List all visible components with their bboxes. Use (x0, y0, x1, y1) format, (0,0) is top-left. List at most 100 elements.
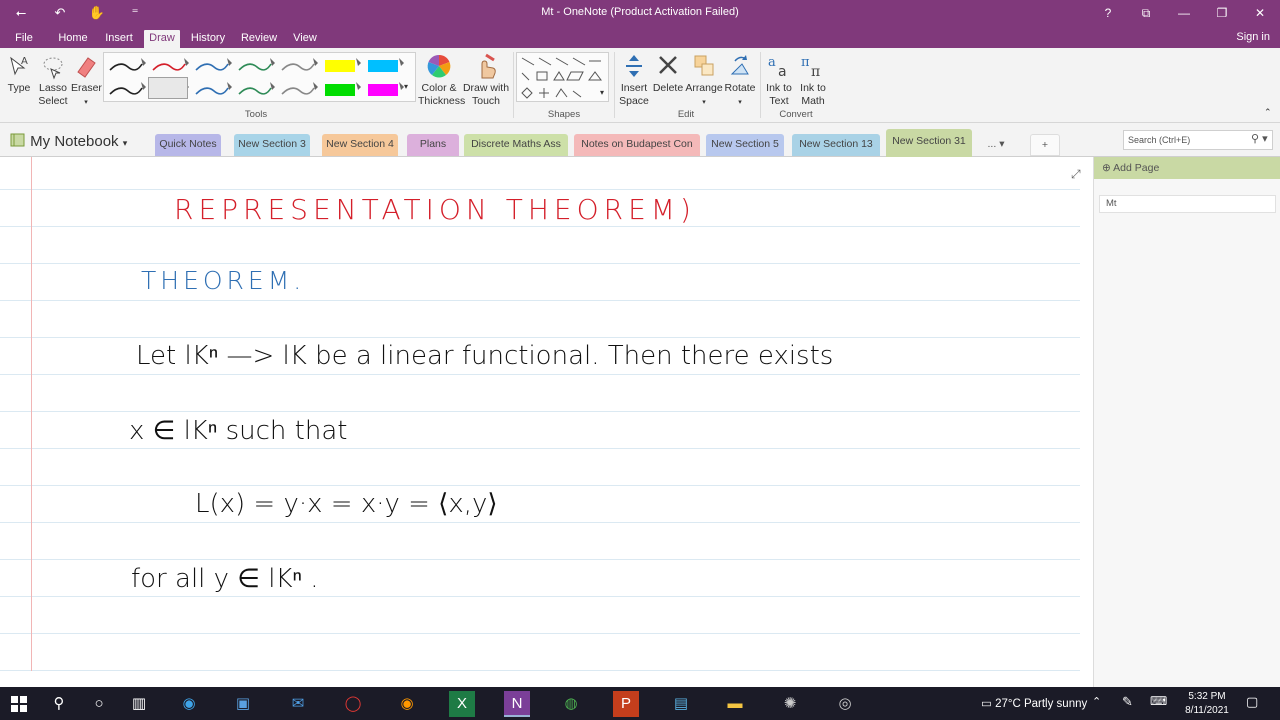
section-tab-new-section-4[interactable]: New Section 4 (322, 134, 398, 156)
pen-swatch[interactable] (195, 63, 229, 71)
tab-insert[interactable]: Insert (100, 30, 138, 48)
section-tab-new-section-31[interactable]: New Section 31 (886, 129, 972, 157)
arrange-button[interactable]: Arrange ▾ (685, 52, 723, 109)
file-explorer-icon[interactable]: ▬ (722, 691, 748, 717)
shapes-group-label: Shapes (547, 109, 581, 120)
task-view-icon[interactable]: ▥ (126, 691, 152, 717)
settings-app-icon[interactable]: ✺ (777, 691, 803, 717)
section-tab-new-section-5[interactable]: New Section 5 (706, 134, 784, 156)
arrange-dropdown-icon[interactable]: ▾ (702, 99, 706, 106)
ink-line-2[interactable]: x ∈ lKⁿ such that (129, 415, 347, 446)
rotate-button[interactable]: Rotate ▾ (723, 52, 757, 109)
lasso-select-button[interactable]: Lasso Select (36, 52, 70, 108)
page-canvas[interactable]: ⤢ REPRESENTATION THEOREM) THEOREM. Let l… (0, 157, 1093, 687)
section-tabs-bar: My Notebook ▾ Quick Notes New Section 3 … (0, 123, 1280, 157)
notifications-icon[interactable]: ▢ (1246, 694, 1258, 710)
selected-pen[interactable] (148, 77, 188, 99)
pen-tray-icon[interactable]: ✎ (1122, 694, 1133, 710)
highlighter-swatch[interactable] (368, 60, 398, 72)
edge-icon[interactable]: ◉ (176, 691, 202, 717)
help-button[interactable]: ? (1093, 4, 1123, 22)
lasso-icon (43, 57, 63, 80)
powerpoint-icon[interactable]: P (613, 691, 639, 717)
ink-heading[interactable]: THEOREM. (141, 266, 305, 295)
ribbon-display-button[interactable]: ⧉ (1131, 4, 1161, 22)
highlighter-swatch[interactable] (325, 60, 355, 72)
ink-line-1[interactable]: Let lKⁿ —> lK be a linear functional. Th… (136, 340, 833, 371)
ink-to-math-button[interactable]: ππ Ink to Math (797, 52, 829, 108)
shapes-more-icon[interactable]: ▾ (600, 86, 604, 99)
ink-line-3[interactable]: L(x) = y·x = x·y = ⟨x,y⟩ (195, 489, 498, 519)
tab-view[interactable]: View (288, 30, 322, 48)
firefox-icon[interactable]: ◉ (394, 691, 420, 717)
store-icon[interactable]: ▣ (230, 691, 256, 717)
section-tab-plans[interactable]: Plans (407, 134, 459, 156)
section-tab-new-section-3[interactable]: New Section 3 (234, 134, 310, 156)
pen-swatch[interactable] (281, 87, 315, 95)
ink-to-math-icon: ππ (801, 55, 820, 80)
lasso-label-2: Select (38, 95, 68, 107)
search-icon[interactable]: ⚲ ▾ (1251, 132, 1268, 145)
more-sections-button[interactable]: ... ▾ (978, 134, 1014, 156)
browser-icon[interactable]: ◎ (832, 691, 858, 717)
pen-swatch[interactable] (238, 63, 272, 71)
pen-swatch[interactable] (152, 63, 186, 71)
tray-chevron-icon[interactable]: ⌃ (1092, 695, 1101, 708)
type-button[interactable]: A Type (4, 52, 34, 95)
draw-with-touch-button[interactable]: Draw with Touch (461, 52, 511, 108)
tab-home[interactable]: Home (54, 30, 92, 48)
add-page-label: Add Page (1113, 162, 1160, 174)
weather-widget[interactable]: ▭ 27°C Partly sunny (981, 696, 1087, 710)
section-tab-discrete-maths[interactable]: Discrete Maths Ass (464, 134, 568, 156)
minimize-button[interactable]: — (1169, 4, 1199, 22)
add-page-button[interactable]: ⊕ Add Page (1094, 157, 1280, 179)
cortana-icon[interactable]: ○ (86, 691, 112, 717)
pen-swatch[interactable] (109, 63, 143, 71)
insert-space-icon (626, 55, 642, 77)
start-windows-icon[interactable] (6, 691, 32, 717)
ink-to-math-label-1: Ink to (800, 82, 826, 94)
chrome-icon[interactable]: ◍ (558, 691, 584, 717)
excel-icon[interactable]: X (449, 691, 475, 717)
tab-review[interactable]: Review (238, 30, 280, 48)
app-icon[interactable]: ▤ (668, 691, 694, 717)
sign-in-link[interactable]: Sign in (1236, 31, 1270, 43)
tab-history[interactable]: History (187, 30, 229, 48)
ink-title[interactable]: REPRESENTATION THEOREM) (174, 193, 696, 226)
maximize-button[interactable]: ❐ (1207, 4, 1237, 22)
ink-line-4[interactable]: for all y ∈ lKⁿ . (131, 563, 319, 594)
section-tab-new-section-13[interactable]: New Section 13 (792, 134, 880, 156)
notebook-selector[interactable]: My Notebook ▾ (10, 133, 127, 150)
clock[interactable]: 5:32 PM 8/11/2021 (1180, 690, 1234, 718)
collapse-ribbon-icon[interactable]: ⌃ (1264, 106, 1272, 119)
tab-draw[interactable]: Draw (144, 30, 180, 48)
highlighter-swatch[interactable] (368, 84, 398, 96)
ink-to-text-button[interactable]: aa Ink to Text (763, 52, 795, 108)
pen-swatch[interactable] (195, 87, 229, 95)
section-tab-quick-notes[interactable]: Quick Notes (155, 134, 221, 156)
color-thickness-button[interactable]: Color & Thickness (418, 52, 465, 108)
mail-icon[interactable]: ✉ (285, 691, 311, 717)
close-button[interactable]: ✕ (1245, 4, 1275, 22)
tab-file[interactable]: File (8, 30, 40, 48)
touch-label-1: Draw with (462, 82, 510, 94)
eraser-button[interactable]: Eraser ▾ (71, 52, 102, 109)
pen-swatch[interactable] (238, 87, 272, 95)
opera-icon[interactable]: ◯ (340, 691, 366, 717)
eraser-dropdown-icon[interactable]: ▾ (84, 99, 88, 106)
pen-swatch[interactable] (281, 63, 315, 71)
pen-swatch[interactable] (109, 87, 143, 95)
page-item-mt[interactable]: Mt (1099, 195, 1276, 213)
pen-gallery-more-icon[interactable]: ▾ (404, 80, 408, 93)
section-tab-budapest[interactable]: Notes on Budapest Con (574, 134, 700, 156)
search-taskbar-icon[interactable]: ⚲ (46, 691, 72, 717)
delete-button[interactable]: Delete (651, 52, 685, 95)
expand-page-icon[interactable]: ⤢ (1071, 167, 1081, 182)
insert-space-button[interactable]: Insert Space (617, 52, 651, 108)
color-label-1: Color & (421, 82, 457, 94)
highlighter-swatch[interactable] (325, 84, 355, 96)
add-section-button[interactable]: + (1030, 134, 1060, 156)
language-icon[interactable]: ⌨ (1150, 694, 1167, 708)
rotate-dropdown-icon[interactable]: ▾ (738, 99, 742, 106)
onenote-icon[interactable]: N (504, 691, 530, 717)
